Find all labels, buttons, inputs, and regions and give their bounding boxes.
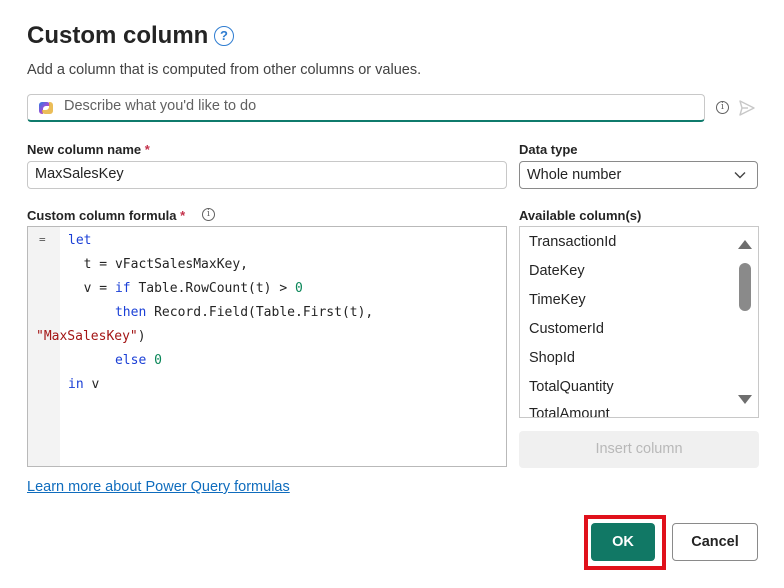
chevron-down-icon <box>734 172 746 179</box>
copilot-icon <box>39 102 53 114</box>
scrollbar-thumb[interactable] <box>739 263 751 311</box>
code-line-1: let <box>68 233 92 248</box>
code-line-5: "MaxSalesKey") <box>36 329 146 344</box>
send-icon[interactable] <box>738 99 756 117</box>
formula-label: Custom column formula * <box>27 208 186 223</box>
info-icon[interactable]: i <box>716 101 729 114</box>
code-line-3: v = if Table.RowCount(t) > 0 <box>68 281 303 296</box>
code-line-2: t = vFactSalesMaxKey, <box>68 257 249 272</box>
list-item[interactable]: TimeKey <box>529 292 586 308</box>
list-item[interactable]: TotalAmount <box>529 406 610 417</box>
list-item[interactable]: ShopId <box>529 350 575 366</box>
copilot-prompt-box[interactable] <box>27 94 705 122</box>
help-icon[interactable]: ? <box>214 26 234 46</box>
list-item[interactable]: CustomerId <box>529 321 604 337</box>
scroll-up-arrow[interactable] <box>738 240 752 249</box>
formula-editor[interactable]: = let t = vFactSalesMaxKey, v = if Table… <box>27 226 507 467</box>
code-line-4: then Record.Field(Table.First(t), <box>114 305 374 320</box>
data-type-dropdown[interactable]: Whole number <box>519 161 758 189</box>
available-columns-label: Available column(s) <box>519 208 642 223</box>
data-type-value: Whole number <box>527 167 622 183</box>
cancel-button[interactable]: Cancel <box>672 523 758 561</box>
new-column-name-field[interactable] <box>27 161 507 189</box>
new-column-name-label: New column name * <box>27 142 150 157</box>
learn-more-link[interactable]: Learn more about Power Query formulas <box>27 479 290 495</box>
scroll-down-arrow[interactable] <box>738 395 752 404</box>
list-item[interactable]: TotalQuantity <box>529 379 614 395</box>
available-columns-list[interactable]: TransactionId DateKey TimeKey CustomerId… <box>519 226 759 418</box>
formula-code[interactable]: let t = vFactSalesMaxKey, v = if Table.R… <box>36 229 374 397</box>
dialog-subtitle: Add a column that is computed from other… <box>27 62 422 78</box>
new-column-name-input[interactable] <box>35 166 495 182</box>
code-line-7: in v <box>68 377 100 392</box>
insert-column-button[interactable]: Insert column <box>519 431 759 468</box>
code-line-6: else 0 <box>114 353 162 368</box>
copilot-input[interactable] <box>64 98 664 114</box>
dialog-title: Custom column <box>27 22 209 49</box>
list-item[interactable]: TransactionId <box>529 234 616 250</box>
formula-glyph: = <box>39 233 46 246</box>
list-item[interactable]: DateKey <box>529 263 585 279</box>
ok-button[interactable]: OK <box>591 523 655 561</box>
data-type-label: Data type <box>519 142 578 157</box>
formula-info-icon[interactable]: i <box>202 208 215 221</box>
